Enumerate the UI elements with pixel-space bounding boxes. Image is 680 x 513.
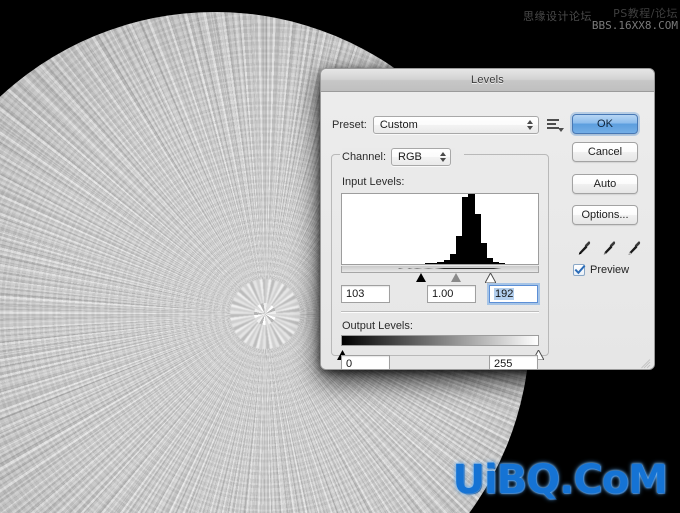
section-divider (341, 311, 539, 313)
input-levels-label: Input Levels: (342, 176, 404, 188)
screenshot-canvas: 思缘设计论坛 PS教程/论坛 BBS.16XX8.COM UiBQ.CoM Le… (0, 0, 680, 513)
set-black-point-eyedropper[interactable] (576, 239, 592, 257)
resize-grip-icon[interactable] (641, 359, 651, 369)
eyedropper-tools (576, 238, 640, 258)
levels-dialog[interactable]: Levels Preset: Custom (320, 68, 655, 370)
dialog-titlebar[interactable]: Levels (321, 69, 654, 92)
output-black-point-field[interactable]: 0 (341, 355, 390, 370)
dialog-body: Preset: Custom Channel: RGB (321, 92, 654, 370)
input-gamma-value: 1.00 (432, 288, 453, 300)
preset-row: Preset: Custom (332, 116, 562, 134)
chevron-updown-icon (436, 149, 449, 165)
output-white-point-field[interactable]: 255 (489, 355, 538, 370)
output-black-point-value: 0 (346, 358, 352, 370)
chevron-updown-icon (524, 117, 537, 133)
input-white-point-value: 192 (494, 288, 514, 300)
set-gray-point-eyedropper[interactable] (601, 239, 617, 257)
set-white-point-eyedropper[interactable] (626, 239, 642, 257)
histogram-bar (499, 263, 506, 264)
input-levels-slider-track[interactable] (341, 266, 539, 273)
histogram-clip-indicator (344, 268, 536, 269)
options-button[interactable]: Options... (572, 205, 638, 225)
preview-row[interactable]: Preview (573, 264, 629, 276)
input-white-point-slider[interactable] (480, 273, 499, 282)
input-black-point-slider[interactable] (416, 273, 426, 282)
input-gamma-slider[interactable] (451, 273, 461, 282)
preset-value: Custom (374, 119, 524, 131)
input-gamma-field[interactable]: 1.00 (427, 285, 476, 303)
watermark-tutorial-cn: PS教程/论坛 (613, 8, 678, 19)
channel-dropdown[interactable]: RGB (391, 148, 451, 166)
cancel-button[interactable]: Cancel (572, 142, 638, 162)
input-histogram[interactable] (341, 193, 539, 265)
output-white-point-value: 255 (494, 358, 512, 370)
checkmark-icon (574, 264, 586, 276)
preset-label: Preset: (332, 119, 367, 131)
white-triangle-icon (485, 273, 496, 283)
channel-row: Channel: RGB (342, 148, 455, 166)
watermark-forum-name-cn: 思缘设计论坛 (523, 11, 592, 22)
input-black-point-value: 103 (346, 288, 364, 300)
input-black-point-field[interactable]: 103 (341, 285, 390, 303)
preset-dropdown[interactable]: Custom (373, 116, 539, 134)
watermark-forum-url: BBS.16XX8.COM (592, 20, 678, 31)
output-levels-label: Output Levels: (342, 320, 413, 332)
input-white-point-field[interactable]: 192 (489, 285, 538, 303)
preview-checkbox[interactable] (573, 264, 585, 276)
channel-label: Channel: (342, 151, 386, 163)
auto-button[interactable]: Auto (572, 174, 638, 194)
channel-value: RGB (392, 151, 436, 163)
dialog-title: Levels (471, 74, 504, 86)
output-levels-gradient-track[interactable] (341, 335, 539, 346)
histogram-bars (342, 194, 538, 264)
preset-options-menu-icon[interactable] (547, 118, 562, 132)
preview-label: Preview (590, 264, 629, 276)
ok-button[interactable]: OK (572, 114, 638, 134)
